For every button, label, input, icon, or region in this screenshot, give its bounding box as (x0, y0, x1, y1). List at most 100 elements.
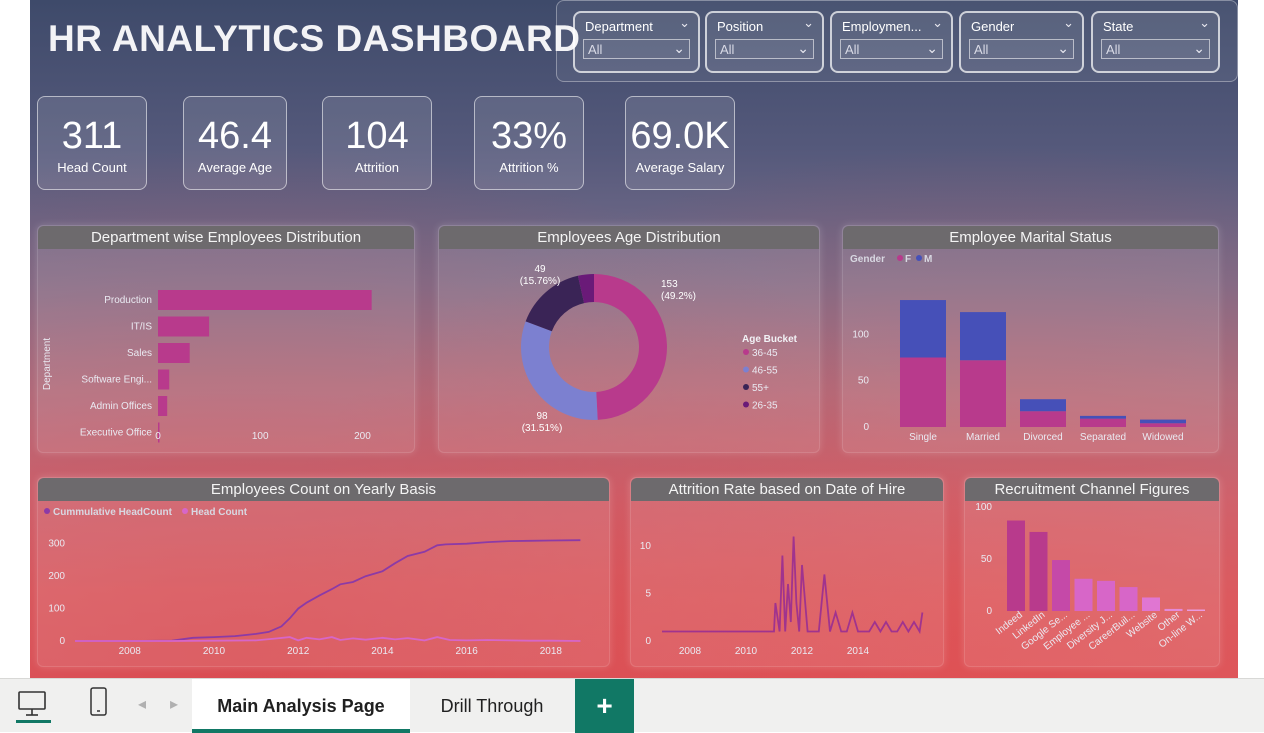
collapse-chevron-icon[interactable]: ⌄ (679, 15, 690, 31)
x-tick-label: 2012 (287, 646, 310, 657)
slice-value-label: 98 (536, 411, 548, 422)
category-label: Software Engi... (81, 375, 152, 386)
legend-title: Gender (850, 254, 885, 265)
kpi-value: 104 (345, 115, 409, 157)
x-tick-label: 2014 (847, 646, 870, 657)
stacked-bar-segment (960, 360, 1006, 427)
x-tick-label: 2014 (371, 646, 394, 657)
scroll-right-icon[interactable]: ▸ (170, 694, 178, 714)
report-canvas: HR ANALYTICS DASHBOARD Department ⌄ All … (0, 0, 1264, 733)
slicer-department[interactable]: Department ⌄ All ⌄ (573, 11, 700, 73)
age-donut-chart: 153(49.2%) 98(31.51%) 49(15.76%) Age Bucket… (520, 264, 798, 434)
slicer-gender[interactable]: Gender ⌄ All ⌄ (959, 11, 1084, 73)
y-tick-label: 5 (645, 589, 651, 600)
yearly-line-chart: 0 100 200 300 2008 2010 2012 2014 2016 2018 Cummul… (44, 507, 581, 657)
card-title: Recruitment Channel Figures (965, 478, 1219, 501)
slicer-dropdown[interactable]: All ⌄ (583, 39, 690, 59)
stacked-bar-segment (1140, 423, 1186, 427)
bar (1119, 587, 1138, 611)
legend-label: Head Count (191, 507, 248, 518)
x-tick-label: 200 (354, 431, 371, 442)
tab-drill-through[interactable]: Drill Through (410, 679, 574, 733)
recruitment-bar-chart: 050100IndeedLinkedInGoogle Se...Employee… (975, 502, 1205, 653)
collapse-chevron-icon[interactable]: ⌄ (1199, 15, 1210, 31)
slicer-employment[interactable]: Employmen... ⌄ All ⌄ (830, 11, 953, 73)
y-tick-label: 200 (48, 571, 65, 582)
y-tick-label: 100 (852, 329, 869, 340)
desktop-view-icon[interactable] (16, 689, 48, 719)
category-label: Production (104, 295, 152, 306)
series-line (75, 636, 581, 642)
bar (1007, 520, 1025, 611)
bar (158, 290, 372, 310)
y-tick-label: 50 (858, 376, 870, 387)
slicer-label: Gender (971, 19, 1015, 34)
slicer-value: All (588, 42, 603, 57)
slicer-dropdown[interactable]: All ⌄ (840, 39, 943, 59)
marital-stacked-chart: Gender F M 0 50 100 Single Married Divorced Separ… (850, 254, 1186, 443)
kpi-average-age[interactable]: 46.4 Average Age (183, 96, 287, 190)
card-title: Employees Age Distribution (439, 226, 819, 249)
bar (1142, 597, 1160, 611)
legend-label: 46-55 (752, 366, 778, 377)
kpi-label: Head Count (57, 160, 127, 175)
dept-distribution-card[interactable]: Department wise Employees Distribution P… (37, 225, 415, 453)
scroll-left-icon[interactable]: ◂ (138, 694, 146, 714)
tab-main-analysis-page[interactable]: Main Analysis Page (192, 679, 410, 733)
stacked-bar-segment (1140, 419, 1186, 424)
kpi-attrition-percent[interactable]: 33% Attrition % (474, 96, 584, 190)
yearly-count-card[interactable]: Employees Count on Yearly Basis 0 100 200 3… (37, 477, 610, 667)
attrition-line-chart: 0 5 10 2008 2010 2012 2014 (640, 536, 924, 657)
slicer-state[interactable]: State ⌄ All ⌄ (1091, 11, 1220, 73)
slice-percent-label: (49.2%) (661, 291, 696, 302)
series-line (75, 539, 581, 642)
stacked-bar-segment (960, 312, 1006, 361)
y-tick-label: 100 (48, 604, 65, 615)
collapse-chevron-icon[interactable]: ⌄ (932, 15, 943, 31)
kpi-value: 33% (490, 115, 568, 157)
attrition-rate-card[interactable]: Attrition Rate based on Date of Hire 0 5 1… (630, 477, 944, 667)
x-tick-label: 2008 (679, 646, 702, 657)
chevron-down-icon: ⌄ (926, 40, 938, 56)
slicer-position[interactable]: Position ⌄ All ⌄ (705, 11, 824, 73)
legend-marker (182, 508, 188, 514)
card-title: Department wise Employees Distribution (38, 226, 414, 249)
legend-marker (743, 366, 749, 373)
slicer-label: Employmen... (842, 19, 922, 34)
age-distribution-card[interactable]: Employees Age Distribution 153 (49.2%) 98(… (438, 225, 820, 453)
collapse-chevron-icon[interactable]: ⌄ (803, 15, 814, 31)
series-line (662, 536, 924, 635)
slicer-label: Department (585, 19, 653, 34)
slicer-panel: Department ⌄ All ⌄ Position ⌄ All ⌄ Empl… (556, 0, 1238, 82)
legend-label: 55+ (752, 383, 769, 394)
add-page-button[interactable]: + (575, 679, 634, 733)
slicer-dropdown[interactable]: All ⌄ (715, 39, 814, 59)
slicer-dropdown[interactable]: All ⌄ (1101, 39, 1210, 59)
bar (158, 369, 170, 390)
legend-label: 36-45 (752, 348, 778, 359)
legend-marker (916, 255, 922, 261)
x-tick-label: 2008 (119, 646, 142, 657)
kpi-head-count[interactable]: 311 Head Count (37, 96, 147, 190)
phone-view-icon[interactable] (88, 687, 110, 717)
chevron-down-icon: ⌄ (1193, 40, 1205, 56)
collapse-chevron-icon[interactable]: ⌄ (1063, 15, 1074, 31)
slice-value-label: 49 (534, 264, 546, 275)
slicer-label: Position (717, 19, 764, 34)
category-label: Single (909, 432, 937, 443)
kpi-average-salary[interactable]: 69.0K Average Salary (625, 96, 735, 190)
y-tick-label: 10 (640, 541, 652, 552)
legend-label: F (905, 254, 911, 265)
legend-marker (743, 349, 749, 355)
x-tick-label: 2010 (203, 646, 226, 657)
x-tick-label: 2010 (735, 646, 758, 657)
kpi-label: Average Age (197, 160, 273, 175)
recruitment-channel-card[interactable]: Recruitment Channel Figures 0 50 100 Indeed… (964, 477, 1220, 667)
kpi-attrition[interactable]: 104 Attrition (322, 96, 432, 190)
y-axis-title: Department (42, 338, 53, 390)
slicer-dropdown[interactable]: All ⌄ (969, 39, 1074, 59)
slicer-value: All (1106, 42, 1121, 57)
marital-status-card[interactable]: Employee Marital Status Gender F M 0 50 100 Si… (842, 225, 1219, 453)
kpi-value: 46.4 (198, 115, 272, 157)
y-tick-label: 0 (986, 606, 992, 617)
